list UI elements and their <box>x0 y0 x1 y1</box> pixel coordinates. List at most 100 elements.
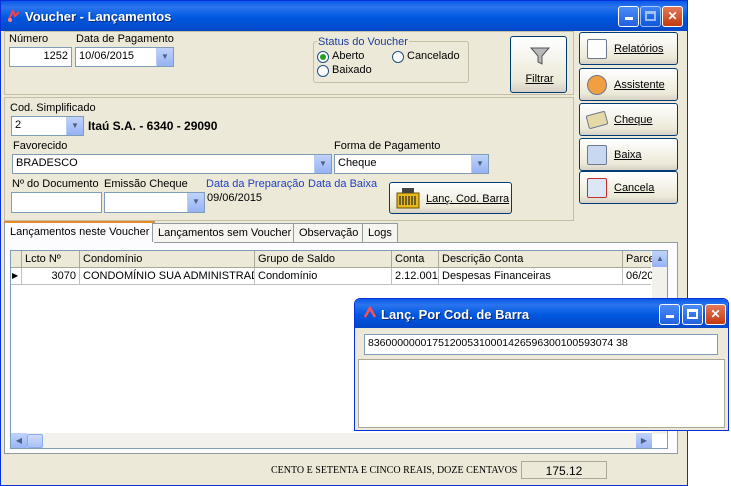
barcode-input[interactable]: 8360000000175120053100014265963001005930… <box>364 334 718 355</box>
tab-lancamentos-sem-voucher[interactable]: Lançamentos sem Voucher <box>152 223 298 242</box>
status-aberto-label[interactable]: Aberto <box>332 50 364 62</box>
barcode-value: 8360000000175120053100014265963001005930… <box>368 337 628 349</box>
cancela-label: Cancela <box>614 182 655 194</box>
amount-value: 175.12 <box>545 464 583 478</box>
dialog-titlebar[interactable]: Lanç. Por Cod. de Barra ✕ <box>355 299 728 328</box>
col-parcela[interactable]: Parce <box>623 251 653 268</box>
baixa-button[interactable]: Baixa <box>579 138 678 171</box>
col-grupo-saldo[interactable]: Grupo de Saldo <box>255 251 392 268</box>
amount-total: 175.12 <box>521 461 607 479</box>
dialog-app-icon <box>363 305 377 323</box>
tab-label: Lançamentos neste Voucher <box>10 226 150 238</box>
tab-label: Lançamentos sem Voucher <box>158 227 292 239</box>
status-cancelado-radio[interactable] <box>392 51 404 63</box>
report-icon <box>587 39 607 59</box>
status-group-label: Status do Voucher <box>317 36 409 48</box>
numero-input[interactable]: 1252 <box>9 47 72 67</box>
status-baixado-label[interactable]: Baixado <box>332 64 372 76</box>
num-documento-label: Nº do Documento <box>12 178 99 190</box>
dialog-close-button[interactable]: ✕ <box>705 304 726 325</box>
col-descricao-conta[interactable]: Descrição Conta <box>439 251 623 268</box>
cell-condominio[interactable]: CONDOMÍNIO SUA ADMINISTRAD <box>80 268 255 285</box>
voucher-baixa-icon <box>587 145 607 165</box>
cell-grupo-saldo[interactable]: Condomínio <box>255 268 392 285</box>
num-documento-input[interactable] <box>11 192 102 213</box>
close-button[interactable]: ✕ <box>662 6 683 27</box>
filter-icon <box>529 45 551 70</box>
amount-in-words: CENTO E SETENTA E CINCO REAIS, DOZE CENT… <box>271 465 518 476</box>
bank-info: Itaú S.A. - 6340 - 29090 <box>88 119 218 133</box>
scroll-thumb[interactable] <box>27 434 43 448</box>
table-row[interactable]: ▶ 3070 CONDOMÍNIO SUA ADMINISTRAD Condom… <box>11 268 653 285</box>
assistente-button[interactable]: Assistente <box>579 68 678 101</box>
forma-pagamento-label: Forma de Pagamento <box>334 140 441 152</box>
dialog-maximize-button[interactable] <box>682 304 703 325</box>
forma-pagamento-combo[interactable]: Cheque ▼ <box>334 154 489 174</box>
data-pagamento-value: 10/06/2015 <box>79 50 135 62</box>
chevron-down-icon[interactable]: ▼ <box>156 48 173 66</box>
favorecido-combo[interactable]: BRADESCO ▼ <box>12 154 332 174</box>
dialog-minimize-button[interactable] <box>659 304 680 325</box>
data-baixa-label: Data da Baixa <box>308 178 378 190</box>
horizontal-scrollbar[interactable]: ◀ ▶ <box>11 433 652 448</box>
col-conta[interactable]: Conta <box>392 251 439 268</box>
cell-parcela[interactable]: 06/20 <box>623 268 653 285</box>
barcode-dialog: Lanç. Por Cod. de Barra ✕ 83600000001751… <box>354 298 729 431</box>
minimize-button[interactable] <box>618 6 639 27</box>
chevron-down-icon[interactable]: ▼ <box>314 155 331 173</box>
status-baixado-radio[interactable] <box>317 65 329 77</box>
cheque-label: Cheque <box>614 114 653 126</box>
tab-lancamentos-voucher[interactable]: Lançamentos neste Voucher <box>4 221 156 243</box>
scroll-left-icon[interactable]: ◀ <box>11 433 27 448</box>
cod-simplificado-value: 2 <box>15 119 22 131</box>
close-icon: ✕ <box>667 9 678 23</box>
assistente-label: Assistente <box>614 79 665 91</box>
chevron-down-icon[interactable]: ▼ <box>187 193 204 212</box>
numero-label: Número <box>9 33 49 45</box>
voucher-app-icon <box>7 8 21 23</box>
col-condominio[interactable]: Condomínio <box>80 251 255 268</box>
close-icon: ✕ <box>710 307 721 321</box>
emissao-cheque-label: Emissão Cheque <box>104 178 188 190</box>
cod-simplificado-label: Cod. Simplificado <box>10 102 96 114</box>
lanc-cod-barra-label: Lanç. Cod. Barra <box>426 193 510 205</box>
scroll-up-icon[interactable]: ▲ <box>652 251 667 267</box>
cheque-button[interactable]: Cheque <box>579 103 678 136</box>
status-aberto-radio[interactable] <box>317 51 329 63</box>
cell-conta[interactable]: 2.12.001 <box>392 268 439 285</box>
cell-descricao-conta[interactable]: Despesas Financeiras <box>439 268 623 285</box>
chevron-down-icon[interactable]: ▼ <box>471 155 488 173</box>
maximize-icon <box>687 309 698 319</box>
scroll-right-icon[interactable]: ▶ <box>636 433 652 448</box>
data-pagamento-picker[interactable]: 10/06/2015 ▼ <box>75 47 174 67</box>
lanc-cod-barra-button[interactable]: Lanç. Cod. Barra <box>389 182 512 214</box>
maximize-button[interactable] <box>640 6 661 27</box>
cell-lcto[interactable]: 3070 <box>22 268 80 285</box>
data-preparacao-value: 09/06/2015 <box>207 192 263 204</box>
status-cancelado-label[interactable]: Cancelado <box>407 50 460 62</box>
window-titlebar[interactable]: Voucher - Lançamentos ✕ <box>1 1 687 31</box>
assistant-icon <box>587 75 607 95</box>
data-pagamento-label: Data de Pagamento <box>76 33 174 45</box>
tab-logs[interactable]: Logs <box>362 223 398 242</box>
favorecido-label: Favorecido <box>13 140 68 152</box>
relatorios-label: Relatórios <box>614 43 664 55</box>
favorecido-value: BRADESCO <box>16 157 78 169</box>
minimize-icon <box>624 17 633 20</box>
cancela-button[interactable]: Cancela <box>579 171 678 204</box>
tab-observacao[interactable]: Observação <box>293 223 365 242</box>
cheque-icon <box>585 110 609 130</box>
grid-indicator-header <box>11 251 22 268</box>
filter-button-label: Filtrar <box>525 73 554 85</box>
chevron-down-icon[interactable]: ▼ <box>66 117 83 135</box>
grid-header: Lcto Nº Condomínio Grupo de Saldo Conta … <box>11 251 653 268</box>
filter-button[interactable]: Filtrar <box>510 36 567 93</box>
window-title: Voucher - Lançamentos <box>25 9 172 24</box>
relatorios-button[interactable]: Relatórios <box>579 32 678 65</box>
numero-value: 1252 <box>43 50 68 62</box>
data-preparacao-label: Data da Preparação <box>206 178 305 190</box>
tab-label: Logs <box>368 227 392 239</box>
emissao-cheque-picker[interactable]: ▼ <box>104 192 205 213</box>
cod-simplificado-combo[interactable]: 2 ▼ <box>11 116 84 136</box>
col-lcto[interactable]: Lcto Nº <box>22 251 80 268</box>
